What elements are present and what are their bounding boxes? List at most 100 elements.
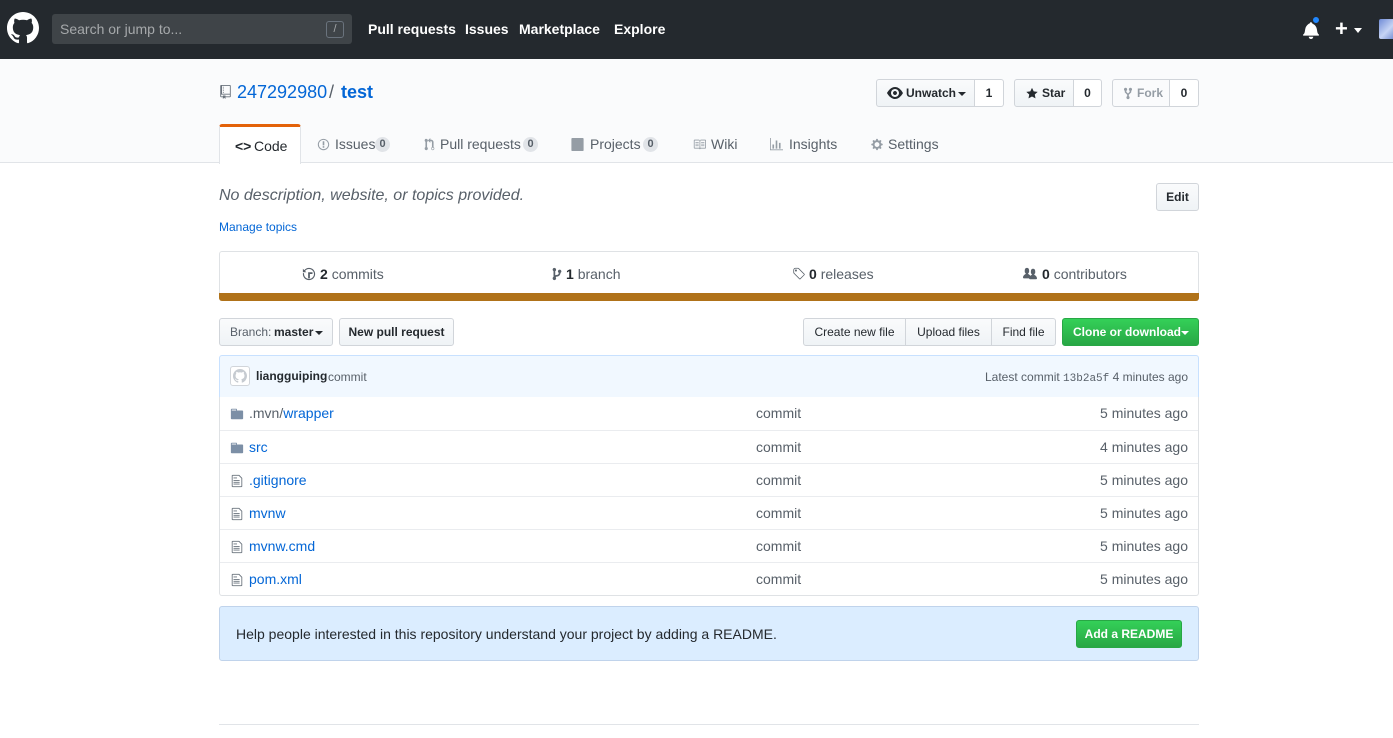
repo-icon [220,85,231,99]
file-commit-message[interactable]: commit [756,439,801,455]
projects-counter: 0 [643,137,658,152]
repo-path-separator: / [329,82,335,102]
star-label: Star [1042,86,1066,100]
graph-icon [770,138,783,151]
file-name: wrapper [283,405,334,421]
language-bar[interactable] [219,293,1199,301]
contributors-summary[interactable]: 0 contributors [1042,266,1127,282]
file-name-link[interactable]: pom.xml [249,571,302,587]
forks-count[interactable]: 0 [1170,79,1199,107]
branch-name: master [274,325,314,339]
create-new-plus-icon[interactable]: + [1335,16,1348,42]
project-icon [571,138,584,151]
commits-summary[interactable]: 2 commits [320,266,384,282]
repo-description: No description, website, or topics provi… [219,187,525,204]
nav-marketplace[interactable]: Marketplace [519,21,600,37]
tab-pull-requests-label: Pull requests [440,136,521,152]
commit-author-link[interactable]: liangguiping [256,369,327,383]
latest-commit-age: 4 minutes ago [1112,370,1188,384]
footer-divider [219,724,1199,725]
file-age: 5 minutes ago [1100,405,1188,421]
commits-count: 2 [320,266,328,282]
commit-message[interactable]: commit [328,370,367,384]
file-name-link[interactable]: mvnw.cmd [249,538,315,554]
file-icon [231,573,243,587]
clone-or-download-button[interactable]: Clone or download [1062,318,1199,346]
tab-issues-label: Issues [335,136,376,152]
folder-icon [230,408,244,420]
search-input[interactable] [52,14,322,44]
issue-icon [317,138,330,151]
table-row: pom.xml commit 5 minutes ago [220,562,1198,595]
file-name-link[interactable]: src [249,439,268,455]
readme-prompt: Help people interested in this repositor… [219,606,1199,661]
tab-projects[interactable]: Projects 0 [570,124,665,163]
commit-author-avatar[interactable] [230,366,250,386]
github-logo-icon[interactable] [7,12,39,44]
pull-requests-counter: 0 [523,137,538,152]
tab-pull-requests[interactable]: Pull requests 0 [423,124,543,163]
user-avatar[interactable] [1379,19,1393,39]
fork-button[interactable]: Fork [1112,79,1170,107]
unwatch-button[interactable]: Unwatch [876,79,975,107]
stars-count[interactable]: 0 [1074,79,1102,107]
branches-summary[interactable]: 1 branch [566,266,621,282]
branch-caret-icon [315,331,323,335]
tab-wiki-label: Wiki [711,136,738,152]
tab-issues[interactable]: Issues 0 [317,124,397,163]
file-name-link[interactable]: .mvn/wrapper [249,405,334,421]
file-age: 5 minutes ago [1100,505,1188,521]
branches-label: branch [577,266,621,282]
latest-commit-info: Latest commit 13b2a5f 4 minutes ago [985,370,1188,385]
edit-description-button[interactable]: Edit [1156,183,1199,211]
tab-settings[interactable]: Settings [870,124,945,163]
repo-owner-link[interactable]: 247292980 [237,82,327,103]
table-row: src commit 4 minutes ago [220,430,1198,463]
table-row: .mvn/wrapper commit 5 minutes ago [220,397,1198,430]
pull-request-icon [424,138,435,151]
create-new-caret-icon[interactable] [1354,28,1362,33]
add-readme-button[interactable]: Add a README [1076,620,1182,648]
file-commit-message[interactable]: commit [756,472,801,488]
file-age: 5 minutes ago [1100,472,1188,488]
new-pull-request-button[interactable]: New pull request [339,318,454,346]
tab-wiki[interactable]: Wiki [692,124,742,163]
file-name-link[interactable]: mvnw [249,505,286,521]
branch-icon [552,267,562,281]
tab-code[interactable]: <> Code [219,124,301,164]
file-commit-message[interactable]: commit [756,538,801,554]
notification-indicator [1311,15,1321,25]
book-icon [693,139,706,150]
tab-code-label: Code [254,138,288,154]
commit-sha-link[interactable]: 13b2a5f [1063,373,1109,385]
find-file-button[interactable]: Find file [991,318,1056,346]
file-name-link[interactable]: .gitignore [249,472,307,488]
latest-commit-prefix: Latest commit [985,370,1060,384]
file-commit-message[interactable]: commit [756,505,801,521]
branch-select-button[interactable]: Branch: master [219,318,333,346]
commits-label: commits [331,266,384,282]
global-header: / Pull requests Issues Marketplace Explo… [0,0,1393,59]
tab-projects-label: Projects [590,136,641,152]
star-button[interactable]: Star [1014,79,1074,107]
releases-count: 0 [809,266,817,282]
clone-label: Clone or download [1073,325,1181,339]
nav-explore[interactable]: Explore [614,21,665,37]
nav-pull-requests[interactable]: Pull requests [368,21,456,37]
manage-topics-link[interactable]: Manage topics [219,220,297,234]
upload-files-button[interactable]: Upload files [905,318,992,346]
create-new-file-button[interactable]: Create new file [803,318,906,346]
fork-icon [1123,87,1133,100]
nav-issues[interactable]: Issues [465,21,509,37]
file-commit-message[interactable]: commit [756,405,801,421]
file-list: .mvn/wrapper commit 5 minutes ago src co… [219,397,1199,596]
latest-commit-bar: liangguiping commit Latest commit 13b2a5… [219,355,1199,398]
file-commit-message[interactable]: commit [756,571,801,587]
releases-summary[interactable]: 0 releases [809,266,874,282]
repo-name-link[interactable]: test [341,82,373,103]
clone-caret-icon [1181,331,1189,335]
watchers-count[interactable]: 1 [975,79,1004,107]
readme-prompt-text: Help people interested in this repositor… [236,626,777,642]
tab-insights[interactable]: Insights [769,124,844,163]
fork-label: Fork [1137,86,1164,100]
